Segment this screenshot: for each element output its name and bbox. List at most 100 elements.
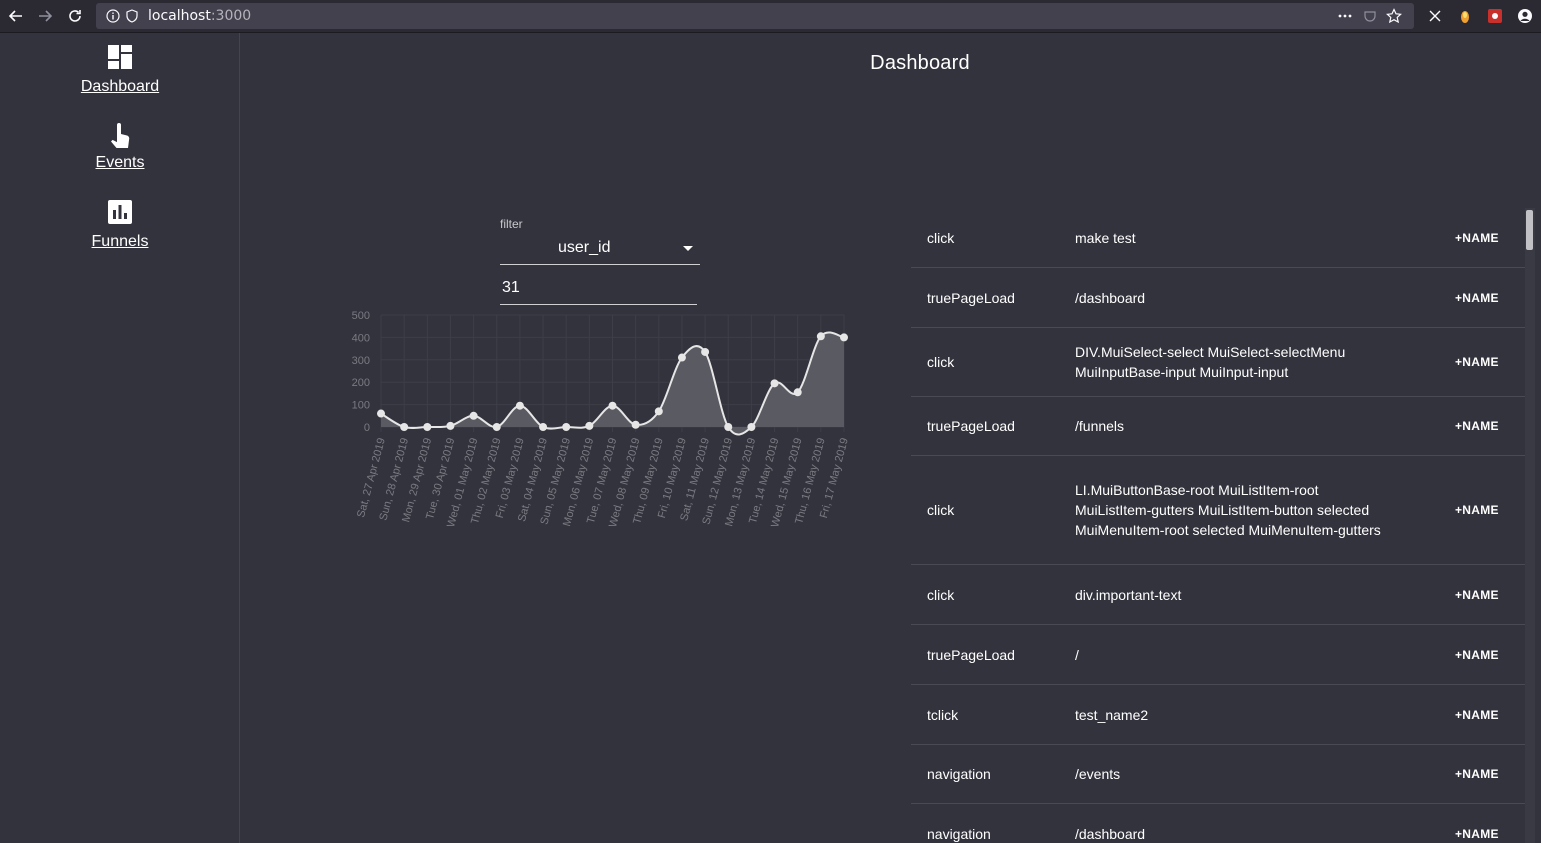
event-type: navigation bbox=[927, 825, 991, 842]
add-name-button[interactable]: +NAME bbox=[1455, 767, 1499, 781]
more-icon[interactable] bbox=[1336, 7, 1354, 25]
scrollbar-thumb[interactable] bbox=[1526, 210, 1533, 250]
touch-icon bbox=[107, 121, 133, 151]
sidebar-item-funnels[interactable]: Funnels bbox=[0, 199, 240, 251]
bar-chart-icon bbox=[107, 199, 133, 225]
filter-label: filter bbox=[500, 217, 523, 231]
url-host: localhost bbox=[148, 8, 211, 24]
data-point bbox=[747, 423, 756, 431]
add-name-button[interactable]: +NAME bbox=[1455, 419, 1499, 433]
table-row: click DIV.MuiSelect-select MuiSelect-sele… bbox=[911, 328, 1525, 397]
event-type: truePageLoad bbox=[927, 646, 1015, 663]
events-table: click make test +NAME truePageLoad/dashboar… bbox=[911, 208, 1525, 843]
add-name-button[interactable]: +NAME bbox=[1455, 588, 1499, 602]
data-point bbox=[654, 407, 663, 416]
info-icon[interactable] bbox=[104, 7, 122, 25]
sidebar-item-dashboard[interactable]: Dashboard bbox=[0, 44, 240, 96]
sidebar-item-label[interactable]: Events bbox=[0, 154, 240, 172]
y-tick-label: 0 bbox=[364, 422, 370, 434]
data-point bbox=[492, 423, 501, 431]
event-target: make test bbox=[1075, 229, 1136, 246]
event-type: click bbox=[927, 354, 955, 370]
add-name-button[interactable]: +NAME bbox=[1455, 291, 1499, 305]
event-target: / bbox=[1075, 646, 1079, 663]
close-tab-icon[interactable] bbox=[1426, 7, 1444, 25]
event-target: DIV.MuiSelect-select MuiSelect-selectMen… bbox=[1075, 344, 1346, 380]
data-point bbox=[840, 333, 848, 342]
data-point bbox=[377, 409, 385, 418]
data-point bbox=[562, 423, 571, 431]
filter-select-value: user_id bbox=[558, 239, 611, 256]
extension-red-icon[interactable] bbox=[1486, 7, 1504, 25]
data-point bbox=[724, 423, 733, 431]
data-point bbox=[701, 347, 710, 356]
dashboard-icon bbox=[107, 44, 133, 70]
event-target: /dashboard bbox=[1075, 289, 1146, 306]
reload-icon[interactable] bbox=[64, 5, 86, 27]
account-icon[interactable] bbox=[1516, 7, 1534, 25]
add-name-button[interactable]: +NAME bbox=[1455, 648, 1499, 662]
filter-select[interactable]: user_id bbox=[500, 232, 700, 265]
data-point bbox=[816, 332, 825, 341]
table-row: click LI.MuiButtonBase-root MuiListItem-r… bbox=[911, 456, 1525, 565]
event-target: /events bbox=[1075, 766, 1121, 782]
extension-icon[interactable] bbox=[1456, 7, 1474, 25]
events-chart: 500 400 300 200 100 0 Sat, 27 Apr 2019 Sun, 28 … bbox=[340, 305, 860, 545]
table-row: truePageLoad / +NAME bbox=[911, 625, 1525, 685]
table-row: navigation/events +NAME bbox=[911, 745, 1525, 804]
pocket-icon[interactable] bbox=[1361, 7, 1379, 25]
event-target: /dashboard bbox=[1075, 825, 1146, 842]
page-title: Dashboard bbox=[870, 52, 970, 74]
add-name-button[interactable]: +NAME bbox=[1455, 827, 1499, 841]
filter-input-value: 31 bbox=[502, 279, 520, 296]
shield-icon[interactable] bbox=[123, 7, 141, 25]
scrollbar-track[interactable] bbox=[1525, 208, 1535, 843]
sidebar-item-events[interactable]: Events bbox=[0, 121, 240, 172]
add-name-button[interactable]: +NAME bbox=[1455, 231, 1499, 245]
event-target: div.important-text bbox=[1075, 586, 1182, 603]
event-type: truePageLoad bbox=[927, 289, 1015, 306]
data-point bbox=[400, 423, 409, 431]
data-point bbox=[585, 421, 594, 430]
data-point bbox=[515, 401, 524, 410]
table-row: navigation/dashboard +NAME bbox=[911, 804, 1525, 843]
add-name-button[interactable]: +NAME bbox=[1455, 355, 1499, 369]
sidebar: Dashboard Events Funnels bbox=[0, 33, 240, 843]
data-point bbox=[631, 420, 640, 429]
table-row: truePageLoad/funnels +NAME bbox=[911, 397, 1525, 456]
y-tick-label: 500 bbox=[352, 310, 370, 322]
table-row: click make test +NAME bbox=[911, 208, 1525, 268]
dropdown-arrow-icon bbox=[683, 246, 693, 251]
event-target: /funnels bbox=[1075, 418, 1125, 434]
add-name-button[interactable]: +NAME bbox=[1455, 503, 1499, 517]
add-name-button[interactable]: +NAME bbox=[1455, 708, 1499, 722]
browser-toolbar: localhost:3000 bbox=[0, 0, 1541, 33]
url-text[interactable]: localhost:3000 bbox=[148, 8, 251, 24]
table-row: truePageLoad/dashboard +NAME bbox=[911, 268, 1525, 328]
data-point bbox=[770, 379, 779, 388]
y-tick-label: 100 bbox=[352, 400, 370, 412]
event-type: truePageLoad bbox=[927, 418, 1015, 434]
sidebar-item-label[interactable]: Funnels bbox=[0, 233, 240, 251]
data-point bbox=[446, 421, 455, 430]
back-icon[interactable] bbox=[5, 5, 27, 27]
url-bar[interactable]: localhost:3000 bbox=[96, 3, 1414, 29]
data-point bbox=[677, 353, 686, 362]
data-point bbox=[539, 423, 548, 431]
event-type: click bbox=[927, 229, 955, 246]
table-row: click div.important-text +NAME bbox=[911, 565, 1525, 625]
event-type: navigation bbox=[927, 766, 991, 782]
event-type: click bbox=[927, 586, 955, 603]
table-row: tclick test_name2 +NAME bbox=[911, 685, 1525, 745]
event-target: LI.MuiButtonBase-root MuiListItem-root M… bbox=[1075, 482, 1381, 538]
sidebar-item-label[interactable]: Dashboard bbox=[0, 78, 240, 96]
data-point bbox=[423, 423, 432, 431]
filter-value-input[interactable]: 31 bbox=[500, 272, 697, 305]
event-type: click bbox=[927, 502, 955, 518]
data-point bbox=[608, 401, 617, 410]
url-port: :3000 bbox=[210, 8, 252, 24]
bookmark-star-icon[interactable] bbox=[1385, 7, 1403, 25]
y-tick-label: 400 bbox=[352, 332, 370, 344]
forward-icon[interactable] bbox=[34, 5, 56, 27]
event-target: test_name2 bbox=[1075, 706, 1149, 723]
